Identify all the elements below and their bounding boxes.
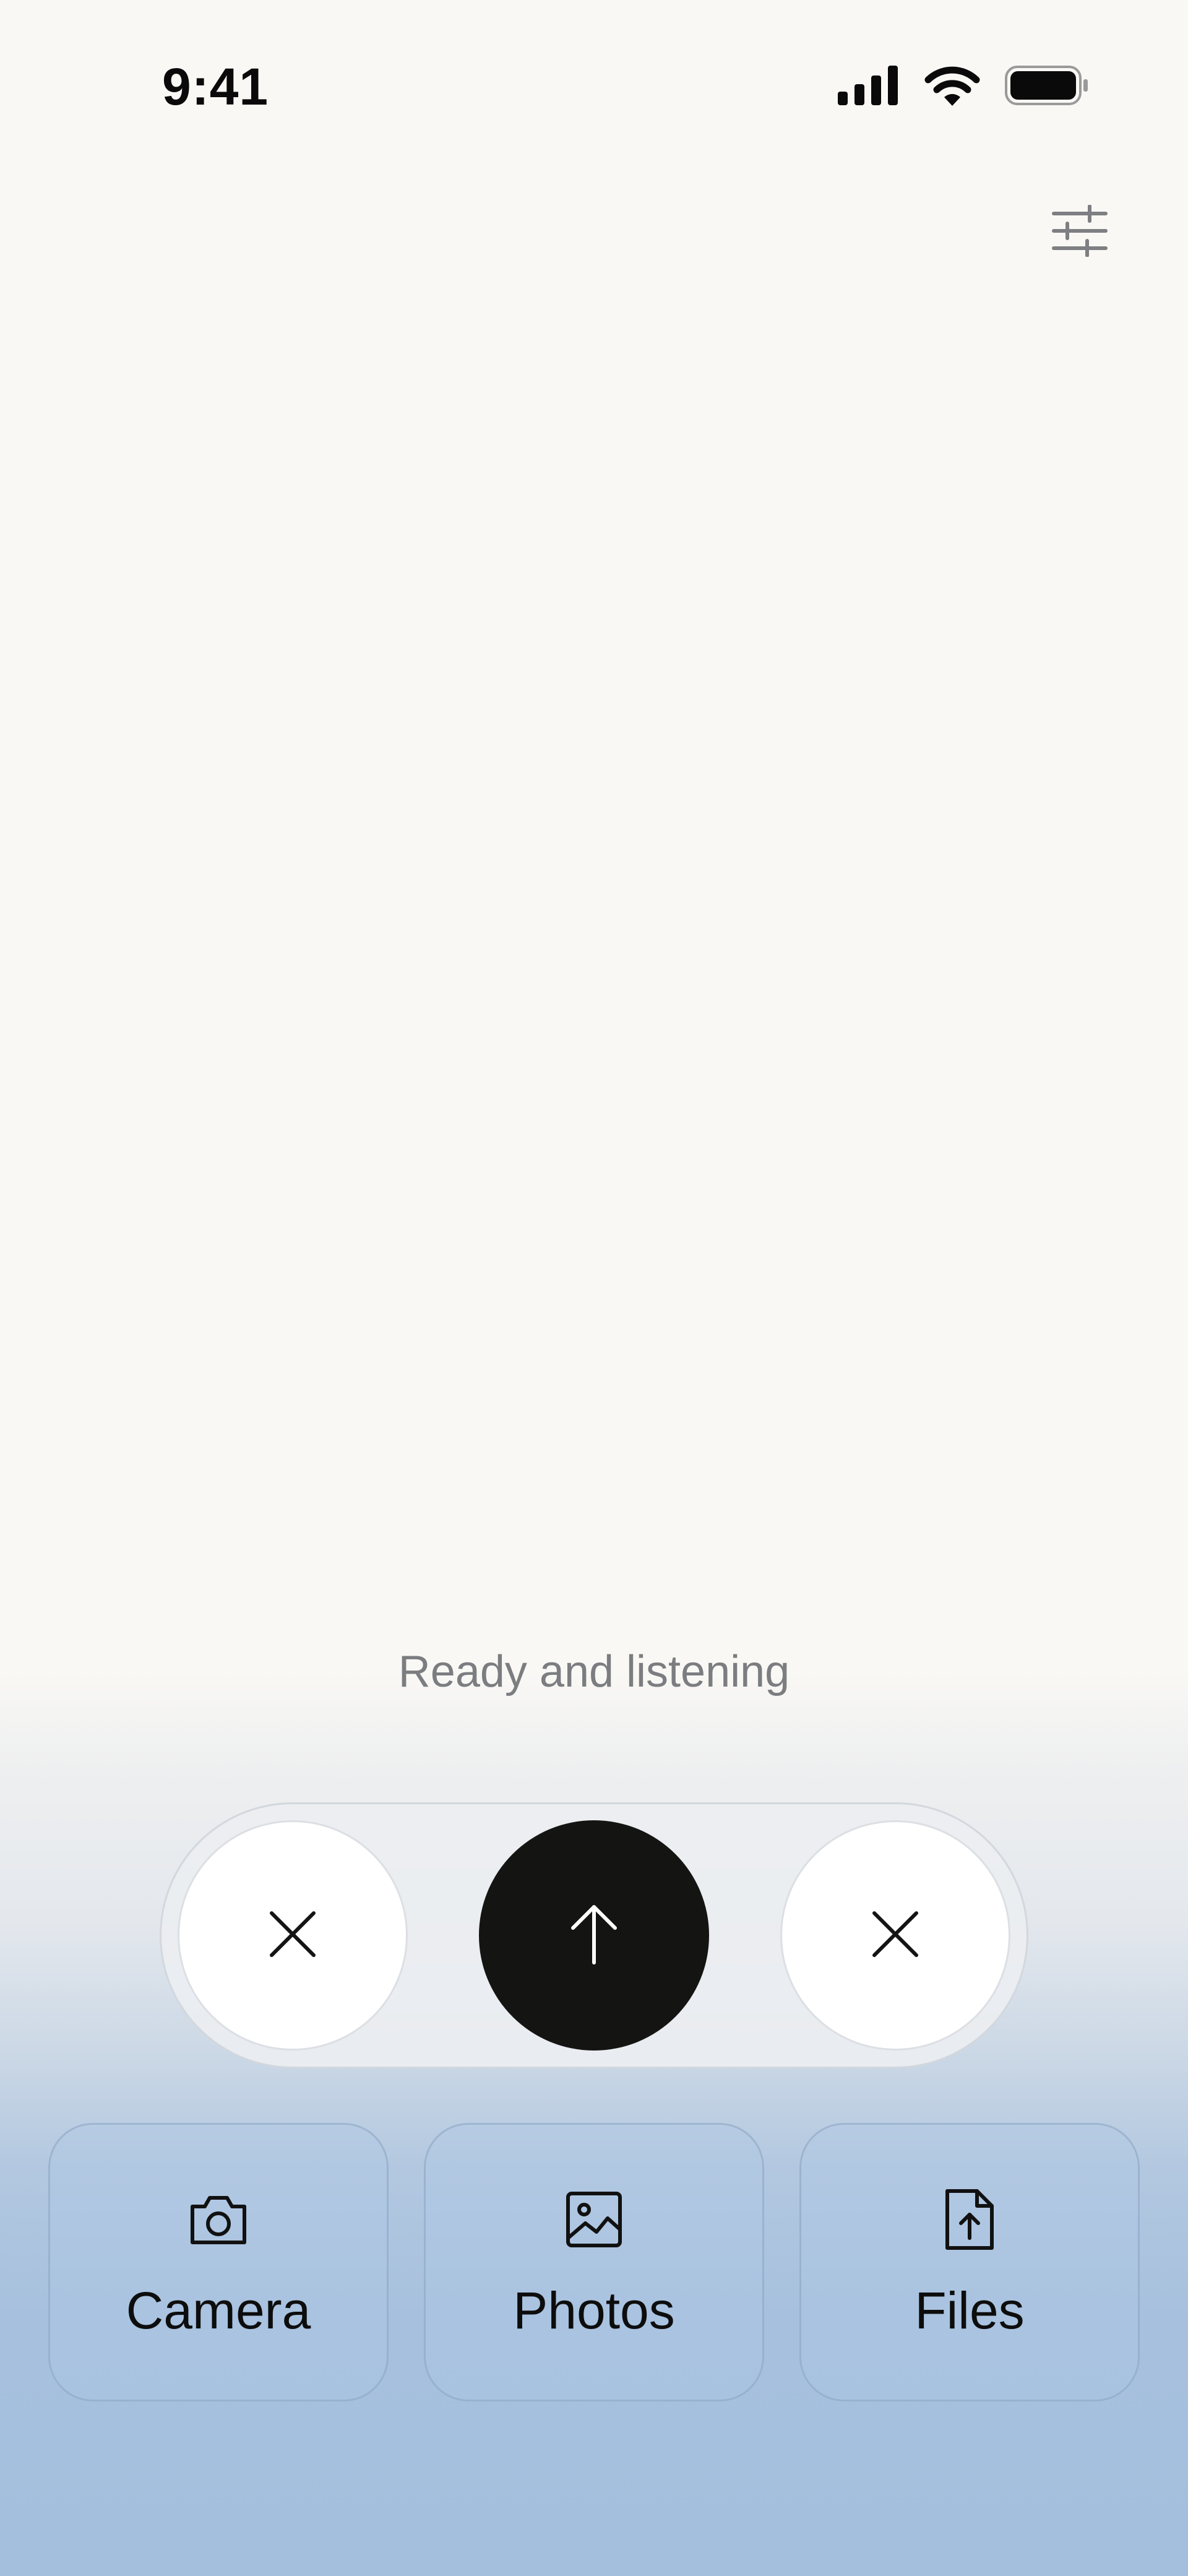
photos-label: Photos (513, 2281, 675, 2340)
photos-tile[interactable]: Photos (424, 2123, 764, 2401)
arrow-up-icon (569, 1903, 619, 1968)
voice-mode-screen: 9:41 Ready and listening Camera Photos F… (0, 0, 1188, 2576)
voice-controls (160, 1802, 1028, 2068)
image-icon (564, 2190, 624, 2252)
close-icon (871, 1909, 920, 1962)
file-upload-icon (944, 2187, 996, 2255)
send-button[interactable] (479, 1820, 709, 2051)
camera-icon (187, 2192, 249, 2250)
close-icon (268, 1909, 317, 1962)
cancel-right-button[interactable] (780, 1820, 1010, 2051)
status-time: 9:41 (162, 58, 269, 116)
cellular-signal-icon (838, 65, 900, 108)
sliders-icon (1051, 204, 1108, 260)
wifi-icon (924, 65, 980, 109)
cancel-left-button[interactable] (178, 1820, 408, 2051)
camera-tile[interactable]: Camera (48, 2123, 389, 2401)
attachment-options: Camera Photos Files (48, 2123, 1140, 2401)
files-label: Files (915, 2281, 1025, 2340)
listening-status-text: Ready and listening (398, 1647, 790, 1696)
battery-icon (1005, 65, 1089, 108)
status-bar: 9:41 (0, 0, 1188, 161)
files-tile[interactable]: Files (799, 2123, 1140, 2401)
settings-button[interactable] (1046, 198, 1114, 266)
status-icons (838, 62, 1089, 111)
camera-label: Camera (126, 2281, 311, 2340)
